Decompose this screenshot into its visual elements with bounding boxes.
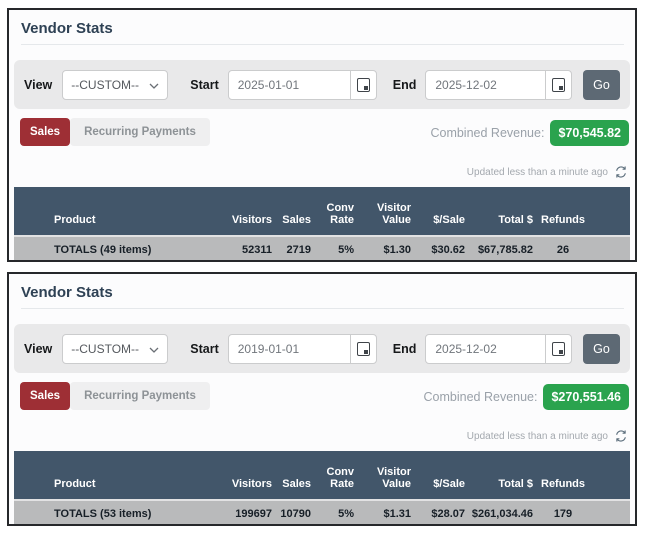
view-select-value: --CUSTOM-- [71, 77, 140, 92]
chevron-down-icon [149, 76, 159, 94]
updated-text: Updated less than a minute ago [466, 430, 608, 442]
vendor-stats-panel: Vendor Stats View --CUSTOM-- Start End G… [7, 8, 637, 262]
header-spacer [589, 451, 630, 500]
totals-visitors: 52311 [216, 235, 276, 260]
start-date-input[interactable] [227, 333, 351, 364]
page-title: Vendor Stats [21, 284, 113, 301]
header-visitors: Visitors [216, 451, 276, 500]
header-product: Product [14, 451, 216, 500]
calendar-icon [356, 341, 370, 356]
header-sales: Sales [276, 451, 315, 500]
view-label: View [24, 341, 53, 356]
header-per-sale: $/Sale [415, 187, 469, 236]
updated-status: Updated less than a minute ago [467, 166, 627, 178]
tab-recurring-payments[interactable]: Recurring Payments [70, 118, 210, 146]
totals-row: TOTALS (53 items) 199697 10790 5% $1.31 … [14, 499, 630, 524]
totals-per-sale: $28.07 [415, 499, 469, 524]
header-refunds: Refunds [537, 451, 589, 500]
header-visitors: Visitors [216, 187, 276, 236]
combined-revenue: Combined Revenue: $70,545.82 [430, 120, 629, 146]
title-divider [21, 44, 624, 45]
tab-recurring-payments[interactable]: Recurring Payments [70, 382, 210, 410]
chevron-down-icon [149, 340, 159, 358]
page-title: Vendor Stats [21, 20, 113, 37]
header-sales: Sales [276, 187, 315, 236]
end-date-input[interactable] [425, 69, 547, 100]
header-spacer [589, 187, 630, 236]
tab-sales[interactable]: Sales [20, 382, 71, 410]
combined-revenue-badge: $270,551.46 [543, 384, 629, 410]
totals-total: $261,034.46 [469, 499, 537, 524]
tab-sales[interactable]: Sales [20, 118, 71, 146]
vendor-stats-table: Product Visitors Sales Conv Rate Visitor… [14, 451, 630, 524]
start-date-input[interactable] [227, 69, 351, 100]
end-label: End [392, 341, 417, 356]
go-button[interactable]: Go [583, 333, 620, 364]
combined-revenue: Combined Revenue: $270,551.46 [424, 384, 629, 410]
header-visitor-value: Visitor Value [358, 187, 415, 236]
vendor-stats-table: Product Visitors Sales Conv Rate Visitor… [14, 187, 630, 260]
vendor-stats-panel: Vendor Stats View --CUSTOM-- Start End G… [7, 272, 637, 526]
totals-product: TOTALS (49 items) [14, 235, 216, 260]
start-date-group [227, 69, 377, 100]
header-total: Total $ [469, 451, 537, 500]
totals-conv-rate: 5% [315, 235, 358, 260]
end-date-group [425, 69, 573, 100]
totals-row: TOTALS (49 items) 52311 2719 5% $1.30 $3… [14, 235, 630, 260]
totals-product: TOTALS (53 items) [14, 499, 216, 524]
end-date-input[interactable] [425, 333, 547, 364]
filter-bar: View --CUSTOM-- Start End Go [14, 324, 630, 373]
view-label: View [24, 77, 53, 92]
totals-visitor-value: $1.31 [358, 499, 415, 524]
start-calendar-button[interactable] [349, 69, 377, 100]
table-header-row: Product Visitors Sales Conv Rate Visitor… [14, 451, 630, 500]
title-divider [21, 308, 624, 309]
refresh-icon[interactable] [615, 430, 627, 442]
totals-refunds: 179 [537, 499, 589, 524]
totals-spacer [589, 499, 630, 524]
totals-sales: 2719 [276, 235, 315, 260]
totals-visitors: 199697 [216, 499, 276, 524]
totals-conv-rate: 5% [315, 499, 358, 524]
totals-spacer [589, 235, 630, 260]
start-date-group [227, 333, 377, 364]
combined-revenue-badge: $70,545.82 [550, 120, 629, 146]
table-header-row: Product Visitors Sales Conv Rate Visitor… [14, 187, 630, 236]
header-product: Product [14, 187, 216, 236]
header-visitor-value: Visitor Value [358, 451, 415, 500]
totals-visitor-value: $1.30 [358, 235, 415, 260]
go-button[interactable]: Go [583, 69, 620, 100]
totals-sales: 10790 [276, 499, 315, 524]
updated-text: Updated less than a minute ago [466, 166, 608, 178]
calendar-icon [552, 77, 566, 92]
report-tabs: Sales Recurring Payments [20, 118, 210, 146]
start-label: Start [190, 341, 219, 356]
calendar-icon [552, 341, 566, 356]
refresh-icon[interactable] [615, 166, 627, 178]
header-refunds: Refunds [537, 187, 589, 236]
report-tabs: Sales Recurring Payments [20, 382, 210, 410]
updated-status: Updated less than a minute ago [467, 430, 627, 442]
totals-refunds: 26 [537, 235, 589, 260]
end-calendar-button[interactable] [545, 333, 573, 364]
view-select-value: --CUSTOM-- [71, 341, 140, 356]
end-date-group [425, 333, 573, 364]
view-select[interactable]: --CUSTOM-- [62, 69, 169, 100]
totals-per-sale: $30.62 [415, 235, 469, 260]
end-calendar-button[interactable] [545, 69, 573, 100]
header-per-sale: $/Sale [415, 451, 469, 500]
totals-total: $67,785.82 [469, 235, 537, 260]
filter-bar: View --CUSTOM-- Start End Go [14, 60, 630, 109]
start-calendar-button[interactable] [349, 333, 377, 364]
calendar-icon [356, 77, 370, 92]
view-select[interactable]: --CUSTOM-- [62, 333, 169, 364]
header-conv-rate: Conv Rate [315, 187, 358, 236]
start-label: Start [190, 77, 219, 92]
combined-revenue-label: Combined Revenue: [423, 390, 538, 404]
header-total: Total $ [469, 187, 537, 236]
end-label: End [392, 77, 417, 92]
header-conv-rate: Conv Rate [315, 451, 358, 500]
combined-revenue-label: Combined Revenue: [430, 126, 545, 140]
